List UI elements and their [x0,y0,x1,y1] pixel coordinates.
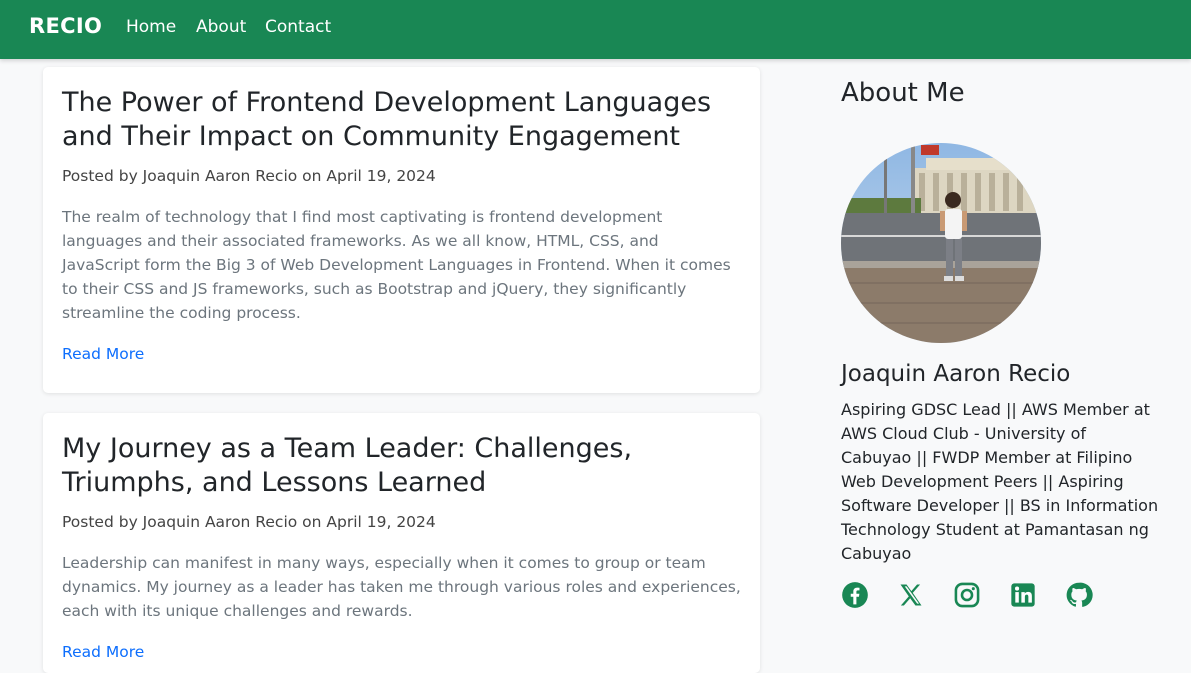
post-meta: Posted by Joaquin Aaron Recio on April 1… [62,513,436,531]
post-title[interactable]: The Power of Frontend Development Langua… [62,86,741,154]
linkedin-icon[interactable] [1009,581,1037,609]
brand-logo[interactable]: RECIO [29,14,102,38]
about-sidebar: About Me Joaquin Aaron Recio Aspiring GD… [841,78,1171,608]
profile-photo [841,143,1041,343]
author-bio: Aspiring GDSC Lead || AWS Member at AWS … [841,400,1159,563]
profile-photo-illustration [841,143,1041,343]
about-heading: About Me [841,78,965,108]
nav-home-link[interactable]: Home [126,17,176,37]
author-name: Joaquin Aaron Recio [841,361,1071,387]
instagram-icon[interactable] [953,581,981,609]
post-excerpt: The realm of technology that I find most… [62,208,731,322]
nav-contact-link[interactable]: Contact [265,17,331,37]
post-card: My Journey as a Team Leader: Challenges,… [43,413,760,673]
nav-about-link[interactable]: About [196,17,246,37]
social-links [841,581,1121,609]
post-meta: Posted by Joaquin Aaron Recio on April 1… [62,167,436,185]
x-twitter-icon[interactable] [897,581,925,609]
github-icon[interactable] [1065,581,1093,609]
post-card: The Power of Frontend Development Langua… [43,67,760,393]
navbar: RECIO Home About Contact [0,0,1191,59]
read-more-link[interactable]: Read More [62,345,144,363]
read-more-link[interactable]: Read More [62,643,144,661]
post-excerpt: Leadership can manifest in many ways, es… [62,554,741,620]
post-title[interactable]: My Journey as a Team Leader: Challenges,… [62,432,741,500]
facebook-icon[interactable] [841,581,869,609]
